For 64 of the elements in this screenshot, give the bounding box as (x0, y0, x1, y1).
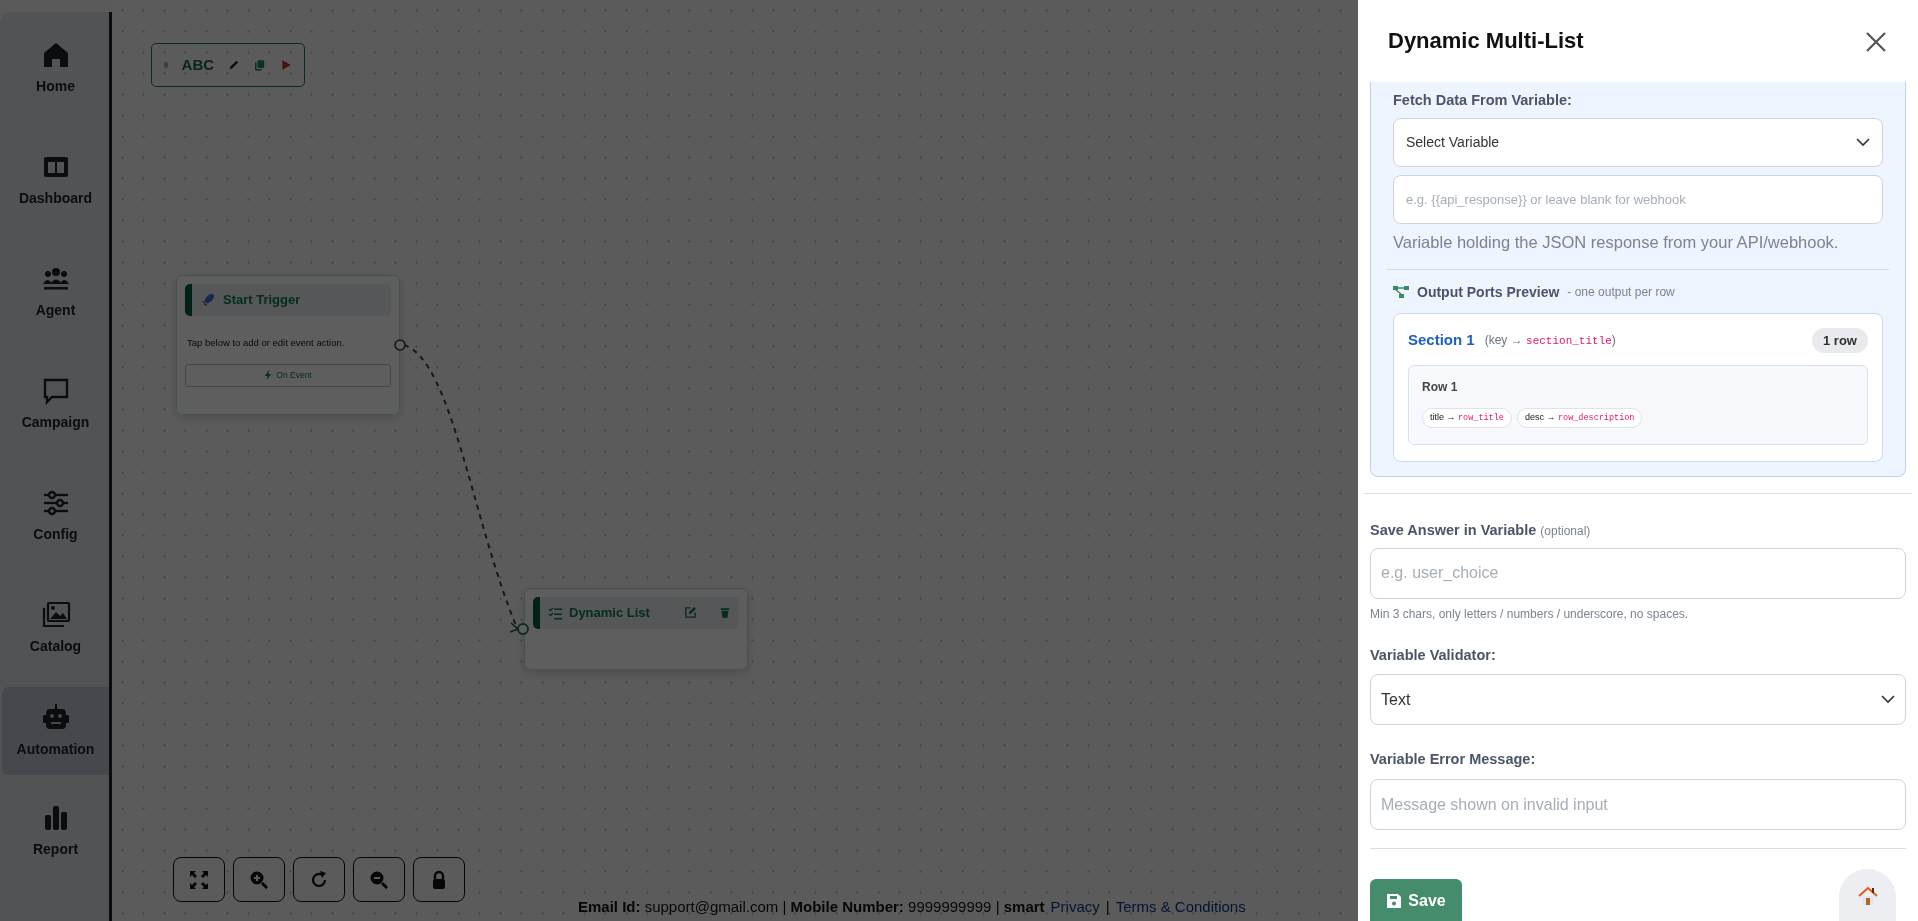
section-title: Section 1 (1408, 330, 1475, 350)
validator-select[interactable]: Text (1370, 674, 1906, 726)
answer-variable-input[interactable]: e.g. user_choice (1370, 547, 1906, 599)
separator: | (1105, 897, 1110, 917)
rocket-icon (200, 291, 216, 308)
sidebar-item[interactable]: Report (2, 775, 109, 887)
zoom-in-icon (249, 869, 269, 890)
node-title: Start Trigger (223, 291, 301, 309)
sitemap-icon (1393, 285, 1409, 299)
field-mapping: title → row_title (1422, 408, 1512, 428)
flow-node[interactable]: Dynamic List (524, 588, 748, 670)
save-button[interactable]: Save (1370, 879, 1462, 921)
zoom-out-icon (369, 869, 389, 890)
sidebar-item[interactable]: Agent (2, 236, 109, 348)
zoom-in-button[interactable] (233, 857, 285, 902)
variable-select[interactable]: Select Variable (1393, 117, 1883, 167)
error-message-input[interactable]: Message shown on invalid input (1370, 779, 1906, 830)
status-dot (164, 62, 168, 68)
toolbar-label: ABC (181, 54, 215, 75)
variable-input[interactable]: e.g. {{api_response}} or leave blank for webhook (1393, 174, 1883, 224)
panel-title: Dynamic Multi-List (1388, 27, 1584, 55)
fullscreen-icon (189, 869, 209, 890)
section-key: (key → section_title) (1484, 331, 1813, 350)
sidebar-item[interactable]: Automation (2, 687, 109, 775)
field-label: Fetch Data From Variable: (1393, 91, 1573, 110)
section-subtitle: - one output per row (1567, 284, 1675, 301)
footer-link[interactable]: Terms & Conditions (1115, 896, 1246, 919)
checklist-icon (548, 605, 562, 620)
reset-icon (309, 869, 329, 890)
event-button[interactable]: On Event (185, 363, 391, 387)
row-count: 1 row (1812, 327, 1868, 353)
section-heading: Output Ports Preview (1417, 282, 1560, 302)
sidebar-item[interactable]: Catalog (2, 572, 109, 684)
sidebar-item[interactable]: Campaign (2, 348, 109, 460)
trash-icon (719, 606, 731, 620)
input-port (517, 623, 529, 635)
field-label: Variable Error Message: (1370, 750, 1537, 770)
field-label: Save Answer in Variable (optional) (1370, 520, 1592, 540)
node-description: Tap below to add or edit event action. (187, 335, 346, 350)
chevron-down-icon (1881, 695, 1895, 705)
bolt-icon (264, 369, 273, 382)
sidebar-item[interactable]: Dashboard (2, 124, 109, 236)
field-label: Variable Validator: (1370, 645, 1497, 665)
footer-contact: Email Id: support@gmail.com | Mobile Number: 9999999999 | smart (578, 897, 1045, 917)
row-title: Row 1 (1422, 379, 1459, 396)
sidebar-item[interactable]: Home (2, 12, 109, 124)
fullscreen-button[interactable] (173, 857, 225, 902)
hint-text: Min 3 chars, only letters / numbers / underscore, no spaces. (1370, 605, 1690, 623)
footer-link[interactable]: Privacy (1050, 896, 1100, 919)
output-port (394, 339, 406, 351)
help-text: Variable holding the JSON response from your API/webhook. (1393, 231, 1840, 253)
lock-button[interactable] (413, 857, 465, 902)
zoom-out-button[interactable] (353, 857, 405, 902)
close-button[interactable] (1864, 29, 1888, 53)
field-mapping: desc → row_description (1516, 408, 1643, 428)
images-icon (40, 599, 71, 630)
reset-button[interactable] (293, 857, 345, 902)
chevron-down-icon (1856, 137, 1870, 147)
edit-icon (684, 606, 697, 620)
node-title: Dynamic List (569, 604, 651, 622)
sidebar-item[interactable]: Config (2, 460, 109, 572)
flow-node[interactable]: Start Trigger Tap below to add or edit event action. On Event (176, 275, 400, 415)
home-button[interactable] (1839, 869, 1896, 921)
house-icon (1856, 884, 1879, 907)
